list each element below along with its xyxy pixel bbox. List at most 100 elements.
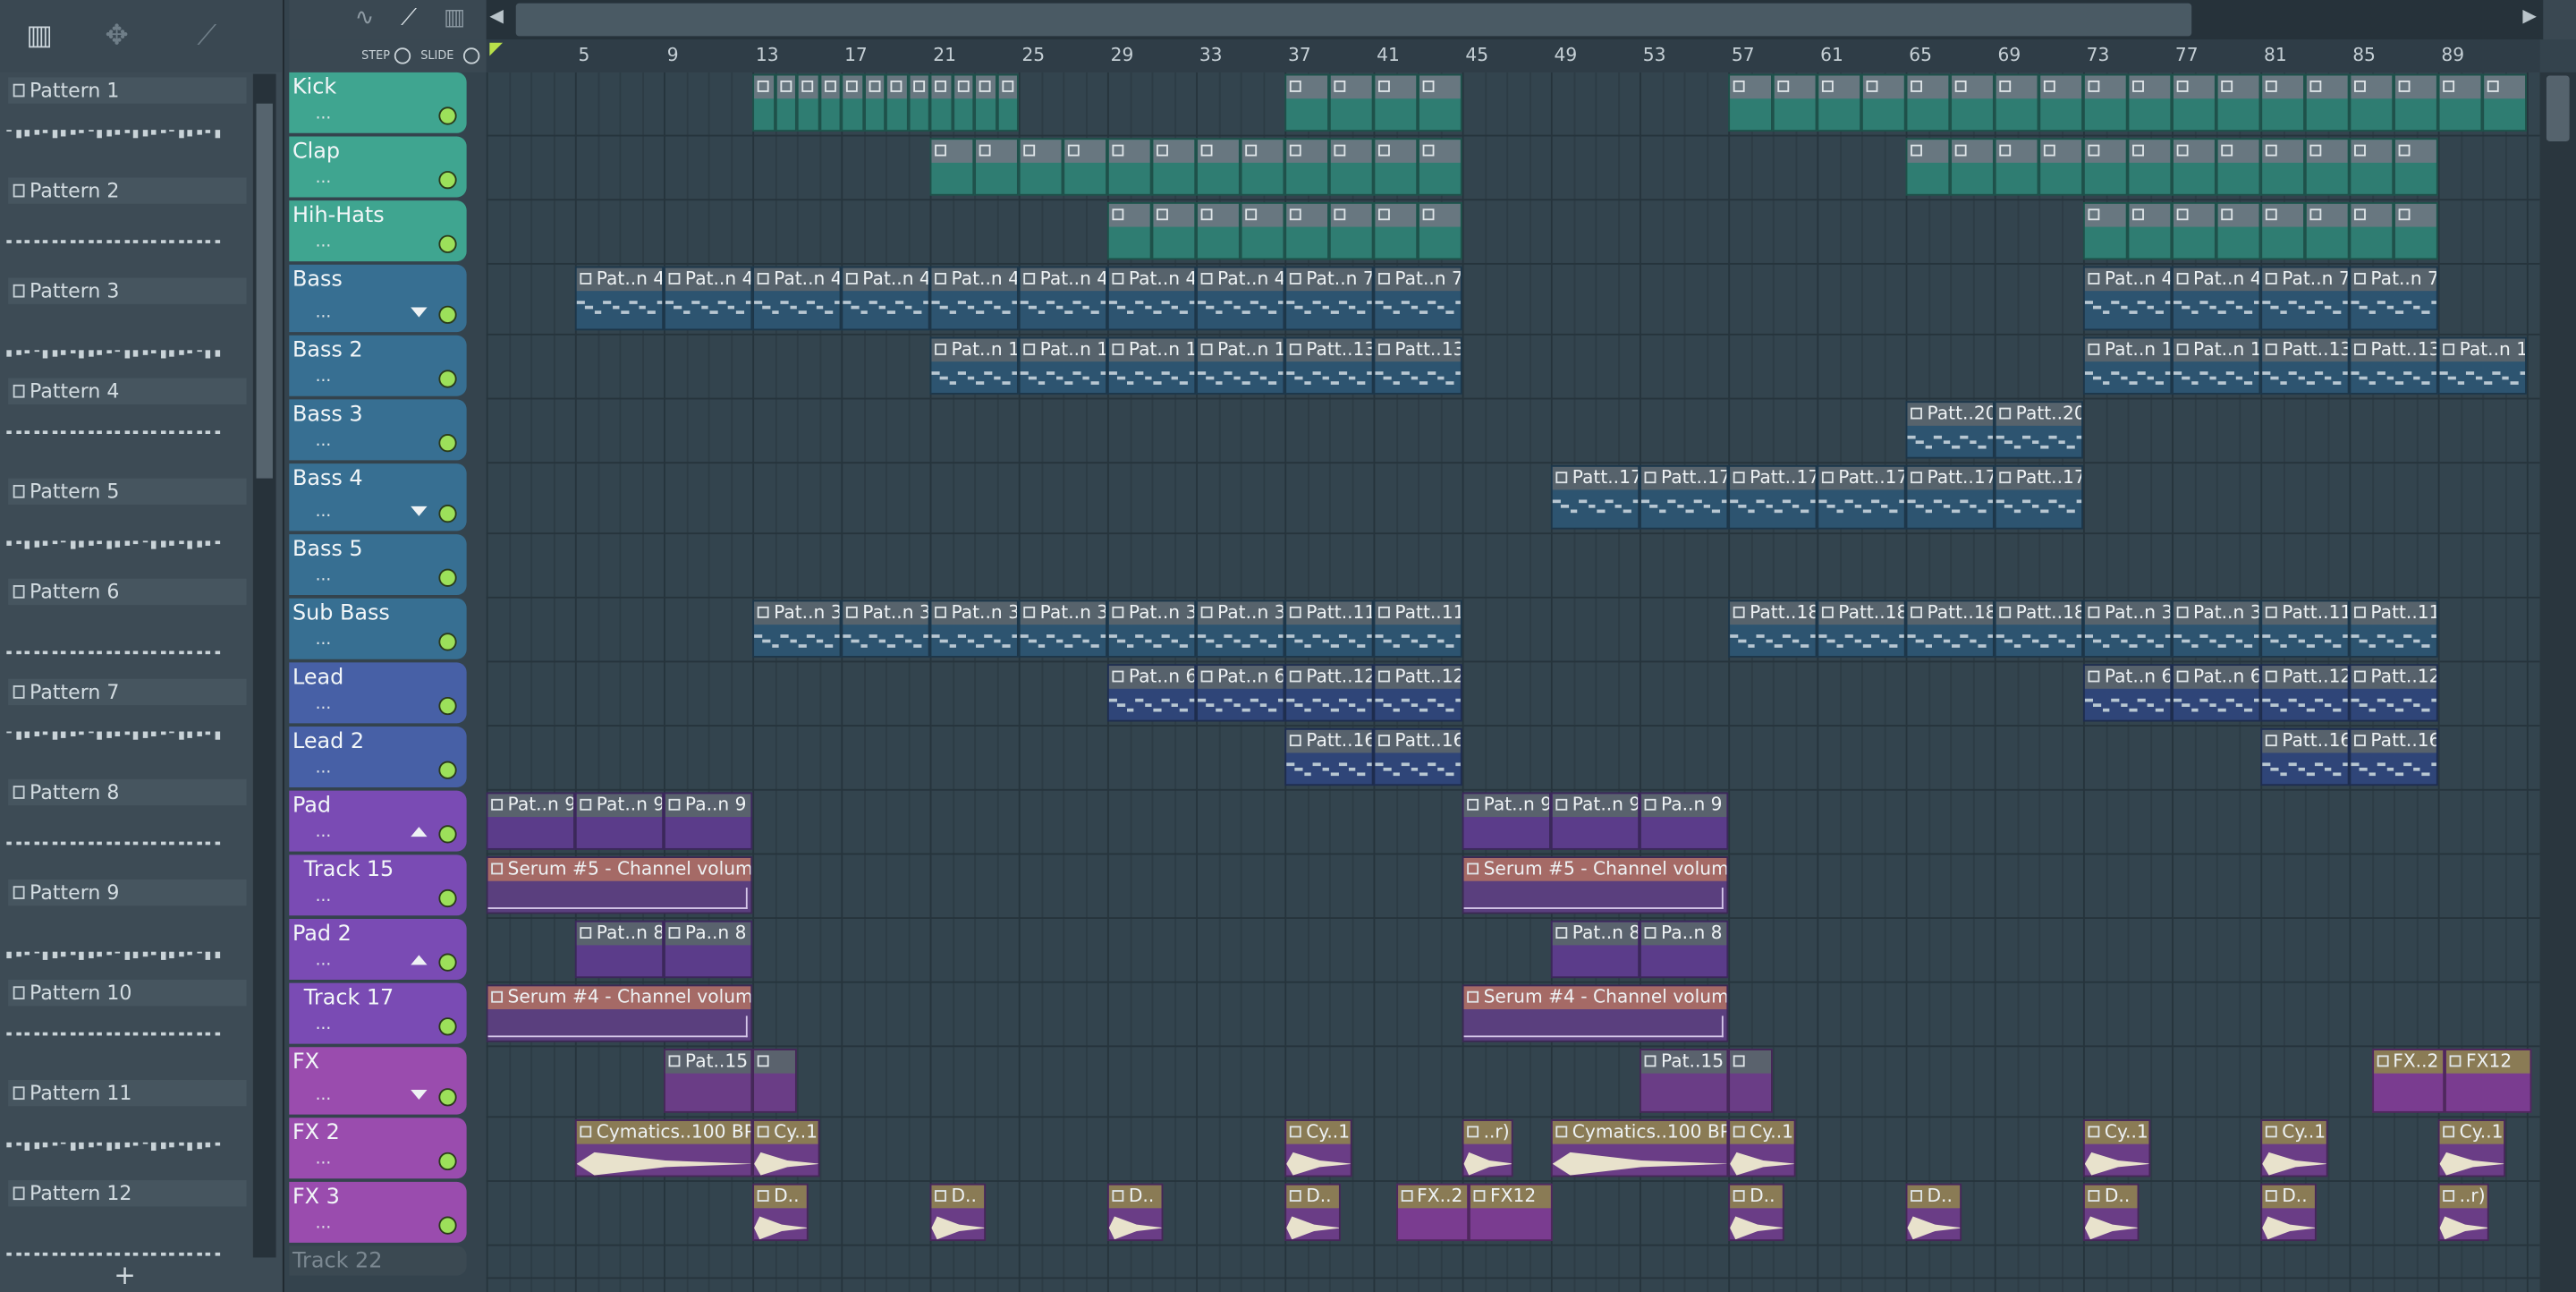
playlist-clip[interactable]: Pat..n 4 bbox=[1106, 266, 1197, 331]
playlist-clip[interactable]: Pat..n 4 bbox=[841, 266, 930, 331]
playlist-clip[interactable] bbox=[1728, 73, 1773, 132]
playlist-clip[interactable]: Pat..n 4 bbox=[574, 266, 665, 331]
scroll-left-button[interactable]: ◀ bbox=[489, 5, 504, 27]
playlist-clip[interactable] bbox=[2172, 73, 2216, 132]
playlist-clip[interactable] bbox=[1373, 138, 1419, 196]
playlist-clip[interactable]: Pat..n 9 bbox=[1462, 792, 1551, 850]
track-menu-dots[interactable]: ... bbox=[316, 169, 332, 187]
track-header[interactable]: Hih-Hats... bbox=[289, 200, 467, 262]
playlist-clip[interactable] bbox=[2260, 73, 2305, 132]
playlist-scrollbar[interactable] bbox=[2539, 72, 2576, 1292]
playlist-clip[interactable] bbox=[1106, 138, 1152, 196]
playlist-clip[interactable]: Pat..n 1 bbox=[2172, 336, 2261, 395]
playlist-clip[interactable] bbox=[2038, 73, 2083, 132]
playlist-clip[interactable]: Pat..n 3 bbox=[929, 599, 1019, 658]
track-header[interactable]: FX 2... bbox=[289, 1118, 467, 1179]
playlist-clip[interactable]: Patt..18 bbox=[1728, 599, 1818, 658]
playlist-clip[interactable]: Patt..13 bbox=[1284, 336, 1374, 395]
playlist-clip[interactable]: Pat..n 3 bbox=[2172, 599, 2261, 658]
playlist-clip[interactable]: Pa..n 8 bbox=[664, 920, 753, 979]
playlist-clip[interactable]: Patt..17 bbox=[1905, 464, 1995, 530]
playlist-clip[interactable] bbox=[2216, 138, 2261, 196]
playlist-clip[interactable]: FX12 bbox=[1469, 1183, 1554, 1242]
add-pattern-button[interactable]: + bbox=[0, 1259, 250, 1292]
track-enable-led[interactable] bbox=[438, 505, 457, 523]
playlist-clip[interactable] bbox=[1018, 138, 1063, 196]
track-header[interactable]: Bass 3... bbox=[289, 399, 467, 461]
playlist-clip[interactable]: Pat..n 7 bbox=[2260, 266, 2350, 331]
playlist-clip[interactable] bbox=[2172, 138, 2216, 196]
playlist-clip[interactable] bbox=[1861, 73, 1906, 132]
playlist-clip[interactable]: Pat..n 4 bbox=[2082, 266, 2173, 331]
playlist-clip[interactable] bbox=[775, 73, 797, 132]
playlist-clip[interactable]: Cymatics..100 BPM bbox=[1550, 1119, 1729, 1177]
playlist-clip[interactable] bbox=[2394, 138, 2438, 196]
playlist-clip[interactable]: Pat..n 4 bbox=[1018, 266, 1107, 331]
playlist-clip[interactable]: Pat..15 bbox=[1640, 1049, 1729, 1113]
track-header[interactable]: Bass 2... bbox=[289, 335, 467, 396]
track-group-arrow[interactable] bbox=[411, 827, 428, 837]
track-menu-dots[interactable]: ... bbox=[316, 1151, 332, 1169]
playlist-clip[interactable] bbox=[2304, 201, 2350, 260]
playlist-clip[interactable]: Pa..n 8 bbox=[1640, 920, 1729, 979]
track-group-arrow[interactable] bbox=[411, 955, 428, 965]
track-menu-dots[interactable]: ... bbox=[316, 1016, 332, 1033]
playlist-clip[interactable]: Cy..1 bbox=[752, 1119, 819, 1177]
track-menu-dots[interactable]: ... bbox=[316, 1086, 332, 1104]
track-header[interactable]: Lead... bbox=[289, 662, 467, 724]
playlist-clip[interactable]: Cy..1 bbox=[2260, 1119, 2327, 1177]
playlist-clip[interactable]: FX..2 bbox=[1395, 1183, 1470, 1242]
playlist-clip[interactable] bbox=[1950, 138, 1995, 196]
song-overview[interactable]: ◀ ▶ bbox=[486, 0, 2544, 40]
playlist-clip[interactable]: Cy..1 bbox=[2082, 1119, 2150, 1177]
track-group-arrow[interactable] bbox=[411, 1090, 428, 1101]
playlist-clip[interactable] bbox=[818, 73, 842, 132]
track-menu-dots[interactable]: ... bbox=[316, 106, 332, 123]
playlist-clip[interactable]: Patt..13 bbox=[2260, 336, 2350, 395]
playlist-clip[interactable]: Pat..n 4 bbox=[929, 266, 1019, 331]
playlist-clip[interactable]: ..r) bbox=[2437, 1183, 2489, 1242]
playlist-clip[interactable] bbox=[1284, 201, 1329, 260]
playlist-clip[interactable]: FX..2 bbox=[2371, 1049, 2445, 1113]
track-menu-dots[interactable]: ... bbox=[316, 304, 332, 322]
playlist-clip[interactable] bbox=[2349, 73, 2394, 132]
track-enable-led[interactable] bbox=[438, 888, 457, 908]
playlist-clip[interactable]: Patt..12 bbox=[1373, 664, 1462, 722]
playlist-clip[interactable]: Patt..18 bbox=[1817, 599, 1906, 658]
playlist-clip[interactable] bbox=[1328, 201, 1374, 260]
track-enable-led[interactable] bbox=[438, 171, 457, 190]
playlist-clip[interactable] bbox=[1151, 201, 1197, 260]
track-header[interactable]: Bass... bbox=[289, 264, 467, 333]
track-enable-led[interactable] bbox=[438, 434, 457, 453]
playlist-clip[interactable]: Pat..n 7 bbox=[2349, 266, 2438, 331]
track-enable-led[interactable] bbox=[438, 1216, 457, 1235]
playlist-clip[interactable]: D.. bbox=[1106, 1183, 1163, 1242]
playlist-clip[interactable] bbox=[886, 73, 908, 132]
playlist-clip[interactable] bbox=[2394, 201, 2438, 260]
playlist-clip[interactable]: Patt..16 bbox=[2260, 727, 2350, 786]
playlist-clip[interactable]: Pat..n 4 bbox=[664, 266, 753, 331]
playlist-scroll-thumb[interactable] bbox=[2546, 75, 2570, 141]
playlist-clip[interactable] bbox=[1418, 73, 1462, 132]
playlist-clip[interactable]: Pat..n 8 bbox=[574, 920, 665, 979]
playlist-clip[interactable]: Pat..n 1 bbox=[1106, 336, 1197, 395]
playlist-clip[interactable]: D.. bbox=[2260, 1183, 2317, 1242]
slide-toggle[interactable] bbox=[462, 47, 480, 64]
automation-icon[interactable]: ⟋ bbox=[197, 20, 216, 53]
playlist-clip[interactable] bbox=[2216, 201, 2261, 260]
playlist-clip[interactable]: Patt..16 bbox=[1284, 727, 1374, 786]
pattern-item[interactable]: Pattern 9 bbox=[0, 876, 250, 976]
playlist-clip[interactable]: Cy..1 bbox=[1728, 1119, 1795, 1177]
playlist-clip[interactable]: Pat..15 bbox=[664, 1049, 753, 1113]
playlist-clip[interactable]: Pat..n 1 bbox=[1196, 336, 1285, 395]
track-menu-dots[interactable]: ... bbox=[316, 952, 332, 970]
pattern-item[interactable]: Pattern 7 bbox=[0, 676, 250, 776]
playlist-grid[interactable]: Pat..n 4 Pat..n 4 Pat..n 4 Pat..n 4 Pat..n 4… bbox=[486, 72, 2540, 1292]
playlist-clip[interactable] bbox=[1994, 138, 2039, 196]
playlist-clip[interactable]: Pat..n 4 bbox=[1196, 266, 1285, 331]
playlist-clip[interactable] bbox=[1905, 73, 1951, 132]
playlist-clip[interactable]: Patt..11 bbox=[2260, 599, 2350, 658]
playlist-clip[interactable] bbox=[1063, 138, 1107, 196]
playlist-clip[interactable]: FX12 bbox=[2445, 1049, 2531, 1113]
track-menu-dots[interactable]: ... bbox=[316, 234, 332, 251]
